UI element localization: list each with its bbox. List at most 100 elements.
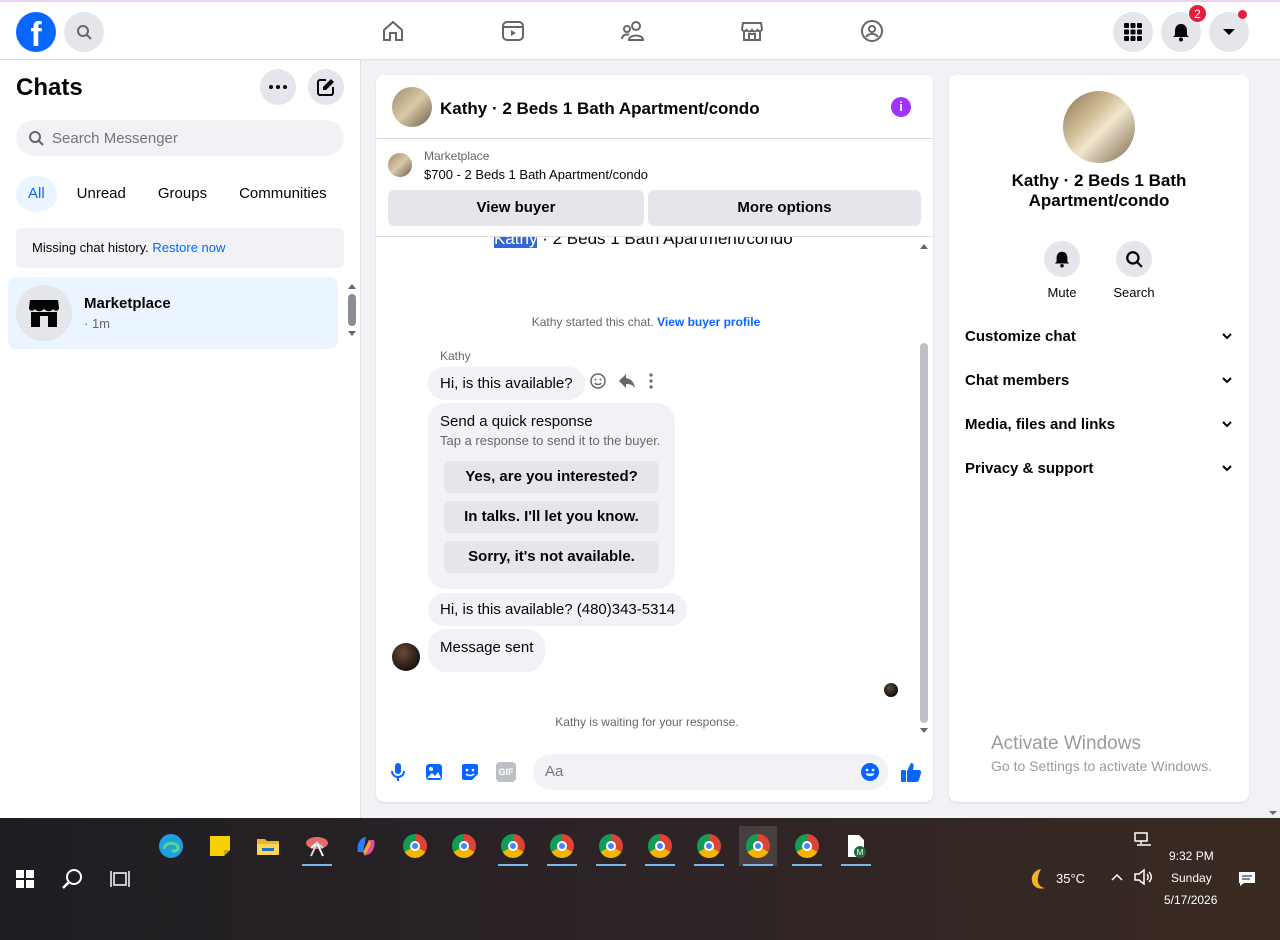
nav-home[interactable] xyxy=(378,16,408,46)
clock-date[interactable]: 5/17/2026 xyxy=(1164,893,1217,907)
listing-thumbnail[interactable] xyxy=(388,153,412,177)
profile-avatar[interactable] xyxy=(1063,91,1135,163)
taskbar-chrome-profile[interactable] xyxy=(592,826,630,866)
nav-friends[interactable] xyxy=(618,16,648,46)
taskbar-chrome[interactable] xyxy=(396,826,434,866)
taskbar-copilot[interactable] xyxy=(347,826,385,866)
search-icon xyxy=(1126,251,1143,268)
message-bubble[interactable]: Message sent xyxy=(428,629,546,672)
taskbar-chrome-profile[interactable] xyxy=(788,826,826,866)
chrome-icon xyxy=(697,834,721,858)
chat-time: · 1m xyxy=(84,316,110,331)
search-icon xyxy=(29,131,44,146)
like-icon[interactable] xyxy=(900,761,922,783)
chat-options-button[interactable] xyxy=(260,69,296,105)
listing-description[interactable]: $700 - 2 Beds 1 Bath Apartment/condo xyxy=(424,167,648,182)
clock-time[interactable]: 9:32 PM xyxy=(1169,849,1214,863)
messenger-search[interactable] xyxy=(16,120,344,156)
taskbar-chrome-profile[interactable] xyxy=(494,826,532,866)
more-vertical-icon[interactable] xyxy=(648,373,654,389)
weather-moon-icon[interactable] xyxy=(1026,867,1050,891)
volume-icon[interactable] xyxy=(1133,868,1153,886)
taskbar-chrome-profile[interactable] xyxy=(690,826,728,866)
account-button[interactable] xyxy=(1209,10,1249,52)
thread-scrollbar[interactable] xyxy=(917,237,931,737)
taskbar-file-explorer[interactable] xyxy=(249,826,287,866)
chevron-up-icon[interactable] xyxy=(1110,872,1124,882)
quick-response-option[interactable]: Sorry, it's not available. xyxy=(444,541,659,573)
video-icon xyxy=(502,21,524,41)
microphone-icon[interactable] xyxy=(388,762,408,782)
chevron-down-icon xyxy=(1222,421,1232,428)
photo-icon[interactable] xyxy=(424,762,444,782)
page-scrollbar[interactable] xyxy=(1266,60,1280,818)
activate-windows-subtitle: Go to Settings to activate Windows. xyxy=(991,758,1212,774)
reply-icon[interactable] xyxy=(618,373,636,389)
notifications-center-icon[interactable] xyxy=(1238,870,1256,888)
filter-unread[interactable]: Unread xyxy=(65,176,138,212)
message-thread: Kathy · 2 Beds 1 Bath Apartment/condo Ka… xyxy=(376,237,933,737)
gif-icon[interactable]: GIF xyxy=(496,762,516,782)
quick-response-option[interactable]: In talks. I'll let you know. xyxy=(444,501,659,533)
quick-response-option[interactable]: Yes, are you interested? xyxy=(444,461,659,493)
quick-response-subtitle: Tap a response to send it to the buyer. xyxy=(440,433,661,448)
info-icon[interactable]: i xyxy=(891,97,911,117)
chat-list-scrollbar[interactable] xyxy=(347,280,357,340)
view-buyer-button[interactable]: View buyer xyxy=(388,190,644,226)
message-bubble[interactable]: Hi, is this available? xyxy=(428,367,585,400)
restore-now-link[interactable]: Restore now xyxy=(152,240,225,255)
message-input-box[interactable] xyxy=(533,754,888,790)
menu-button[interactable] xyxy=(1113,12,1153,52)
react-icon[interactable] xyxy=(590,373,606,389)
taskbar-edge[interactable] xyxy=(152,826,190,866)
listing-avatar[interactable] xyxy=(392,87,432,127)
chat-list-item-marketplace[interactable]: Marketplace · 1m xyxy=(8,277,338,349)
nav-marketplace[interactable] xyxy=(737,16,767,46)
taskbar-document-app[interactable]: M xyxy=(837,826,875,866)
thread-header-name: Kathy · 2 Beds 1 Bath Apartment/condo xyxy=(494,237,793,249)
taskbar-chrome-profile[interactable] xyxy=(543,826,581,866)
message-bubble[interactable]: Hi, is this available? (480)343-5314 xyxy=(428,593,688,626)
notifications-button[interactable]: 2 xyxy=(1161,4,1207,52)
taskbar-sticky-notes[interactable] xyxy=(201,826,239,866)
scrollbar-thumb[interactable] xyxy=(920,343,928,723)
nav-groups[interactable] xyxy=(857,16,887,46)
view-buyer-profile-link[interactable]: View buyer profile xyxy=(657,315,760,329)
search-button[interactable] xyxy=(64,12,104,52)
mute-button[interactable]: Mute xyxy=(1032,241,1092,300)
chat-started-notice: Kathy started this chat. View buyer prof… xyxy=(376,315,916,329)
chevron-down-icon xyxy=(1222,465,1232,472)
filter-all[interactable]: All xyxy=(16,176,57,212)
clock-day[interactable]: Sunday xyxy=(1171,871,1212,885)
facebook-logo[interactable]: f xyxy=(16,12,56,52)
emoji-icon[interactable] xyxy=(860,762,880,782)
quick-response-title: Send a quick response xyxy=(440,413,593,430)
sticker-icon[interactable] xyxy=(460,762,480,782)
media-files-links-section[interactable]: Media, files and links xyxy=(965,402,1233,446)
customize-chat-section[interactable]: Customize chat xyxy=(965,314,1233,358)
chat-members-section[interactable]: Chat members xyxy=(965,358,1233,402)
search-input[interactable] xyxy=(52,129,322,147)
task-view-icon[interactable] xyxy=(110,870,130,888)
network-icon[interactable] xyxy=(1134,832,1152,846)
windows-start-icon[interactable] xyxy=(16,870,34,888)
taskbar-search-icon[interactable] xyxy=(61,868,83,890)
more-options-button[interactable]: More options xyxy=(648,190,921,226)
search-circle[interactable] xyxy=(1116,241,1152,277)
mute-circle[interactable] xyxy=(1044,241,1080,277)
search-in-chat-button[interactable]: Search xyxy=(1104,241,1164,300)
taskbar-chrome-profile[interactable] xyxy=(445,826,483,866)
filter-communities[interactable]: Communities xyxy=(227,176,339,212)
taskbar-chrome-profile[interactable] xyxy=(641,826,679,866)
conversation-title[interactable]: Kathy · 2 Beds 1 Bath Apartment/condo xyxy=(440,99,760,119)
avatar[interactable] xyxy=(392,643,420,671)
filter-groups[interactable]: Groups xyxy=(146,176,219,212)
section-label: Media, files and links xyxy=(965,415,1116,433)
taskbar-chrome-profile-active[interactable] xyxy=(739,826,777,866)
message-input[interactable] xyxy=(545,763,845,780)
weather-temperature[interactable]: 35°C xyxy=(1056,871,1085,886)
privacy-support-section[interactable]: Privacy & support xyxy=(965,446,1233,490)
new-message-button[interactable] xyxy=(308,69,344,105)
nav-video[interactable] xyxy=(498,16,528,46)
taskbar-app-snip[interactable] xyxy=(298,826,336,866)
